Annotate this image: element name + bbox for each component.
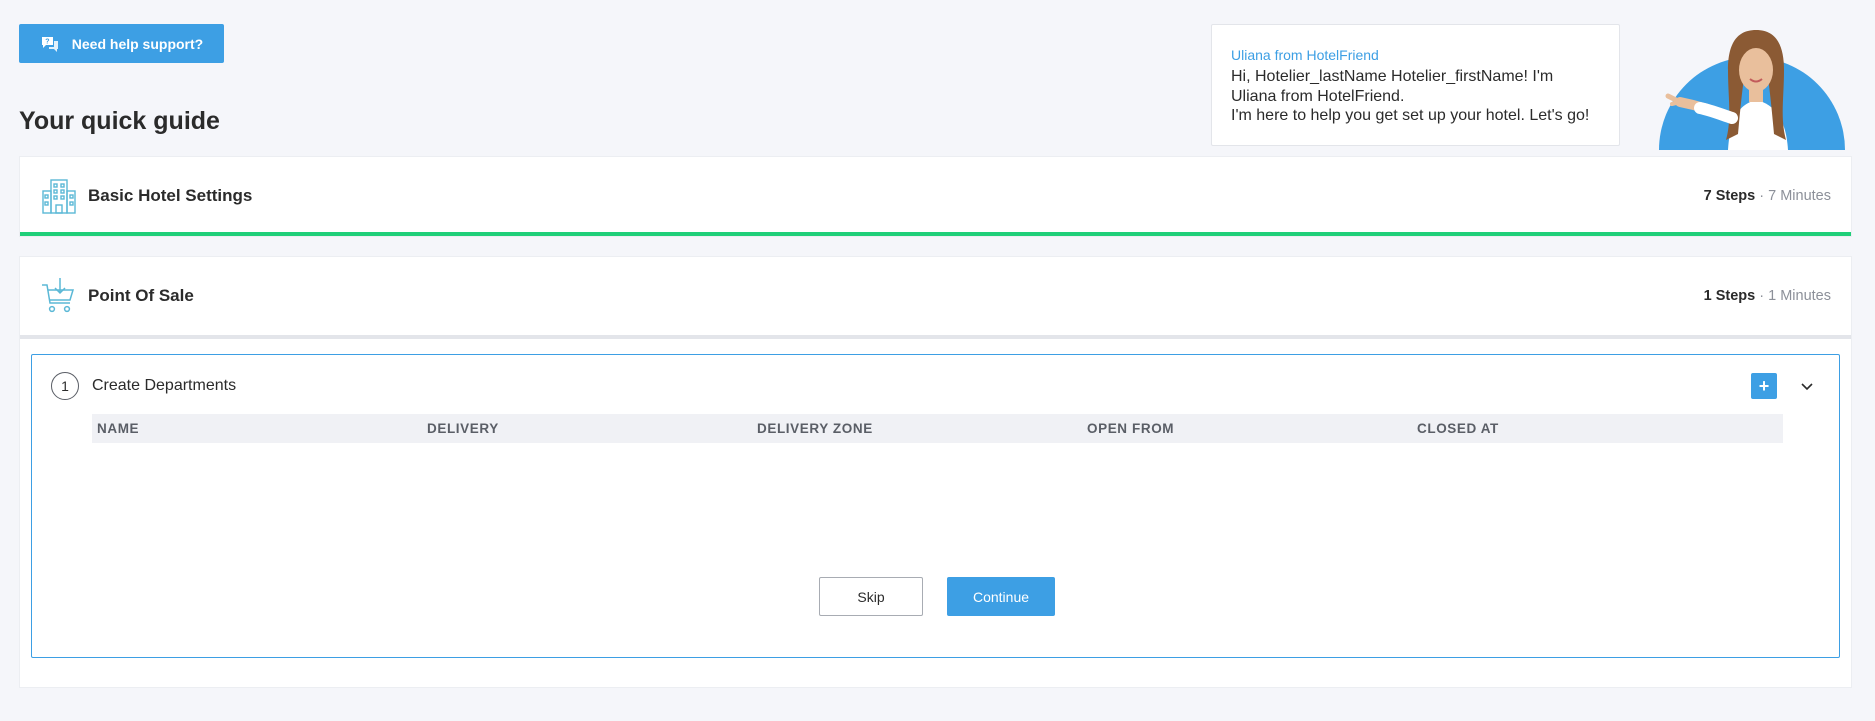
departments-table-header: NAME DELIVERY DELIVERY ZONE OPEN FROM CL… xyxy=(92,414,1783,443)
section-header[interactable]: Basic Hotel Settings 7 Steps · 7 Minutes xyxy=(40,157,1831,235)
step-number-badge: 1 xyxy=(51,372,79,400)
column-header-delivery[interactable]: DELIVERY xyxy=(422,421,752,436)
assistant-speech-bubble: Uliana from HotelFriend Hi, Hotelier_las… xyxy=(1211,24,1620,146)
chat-help-icon: ? xyxy=(41,36,58,52)
chevron-down-icon[interactable] xyxy=(1799,378,1815,394)
column-header-closed-at[interactable]: CLOSED AT xyxy=(1412,421,1783,436)
need-help-support-button[interactable]: ? Need help support? xyxy=(19,24,224,63)
column-header-open-from[interactable]: OPEN FROM xyxy=(1082,421,1412,436)
column-header-delivery-zone[interactable]: DELIVERY ZONE xyxy=(752,421,1082,436)
need-help-support-label: Need help support? xyxy=(71,35,204,52)
section-progress-bar xyxy=(20,232,1851,236)
assistant-avatar xyxy=(1628,22,1846,150)
quick-guide-page: ? Need help support? Your quick guide Ul… xyxy=(0,0,1875,721)
assistant-name: Uliana from HotelFriend xyxy=(1231,47,1379,63)
step-header: 1 Create Departments + xyxy=(51,371,1823,401)
add-department-button[interactable]: + xyxy=(1751,373,1777,399)
continue-button[interactable]: Continue xyxy=(947,577,1055,616)
step-title: Create Departments xyxy=(92,377,237,394)
building-icon xyxy=(42,179,76,214)
page-title: Your quick guide xyxy=(19,107,220,135)
section-meta: 1 Steps · 1 Minutes xyxy=(1703,288,1831,304)
step-create-departments: 1 Create Departments + NAME DELIVERY DEL… xyxy=(31,354,1840,658)
column-header-name[interactable]: NAME xyxy=(92,421,422,436)
section-divider xyxy=(20,335,1851,339)
section-meta: 7 Steps · 7 Minutes xyxy=(1703,188,1831,204)
cart-icon xyxy=(42,278,75,313)
section-point-of-sale: Point Of Sale 1 Steps · 1 Minutes 1 Crea… xyxy=(19,256,1852,688)
section-name: Basic Hotel Settings xyxy=(88,186,253,205)
svg-text:?: ? xyxy=(45,38,49,45)
assistant-message: Hi, Hotelier_lastName Hotelier_firstName… xyxy=(1231,68,1590,124)
section-basic-hotel-settings[interactable]: Basic Hotel Settings 7 Steps · 7 Minutes xyxy=(19,156,1852,237)
skip-button[interactable]: Skip xyxy=(819,577,923,616)
section-name: Point Of Sale xyxy=(88,286,194,305)
section-header[interactable]: Point Of Sale 1 Steps · 1 Minutes xyxy=(40,257,1831,335)
